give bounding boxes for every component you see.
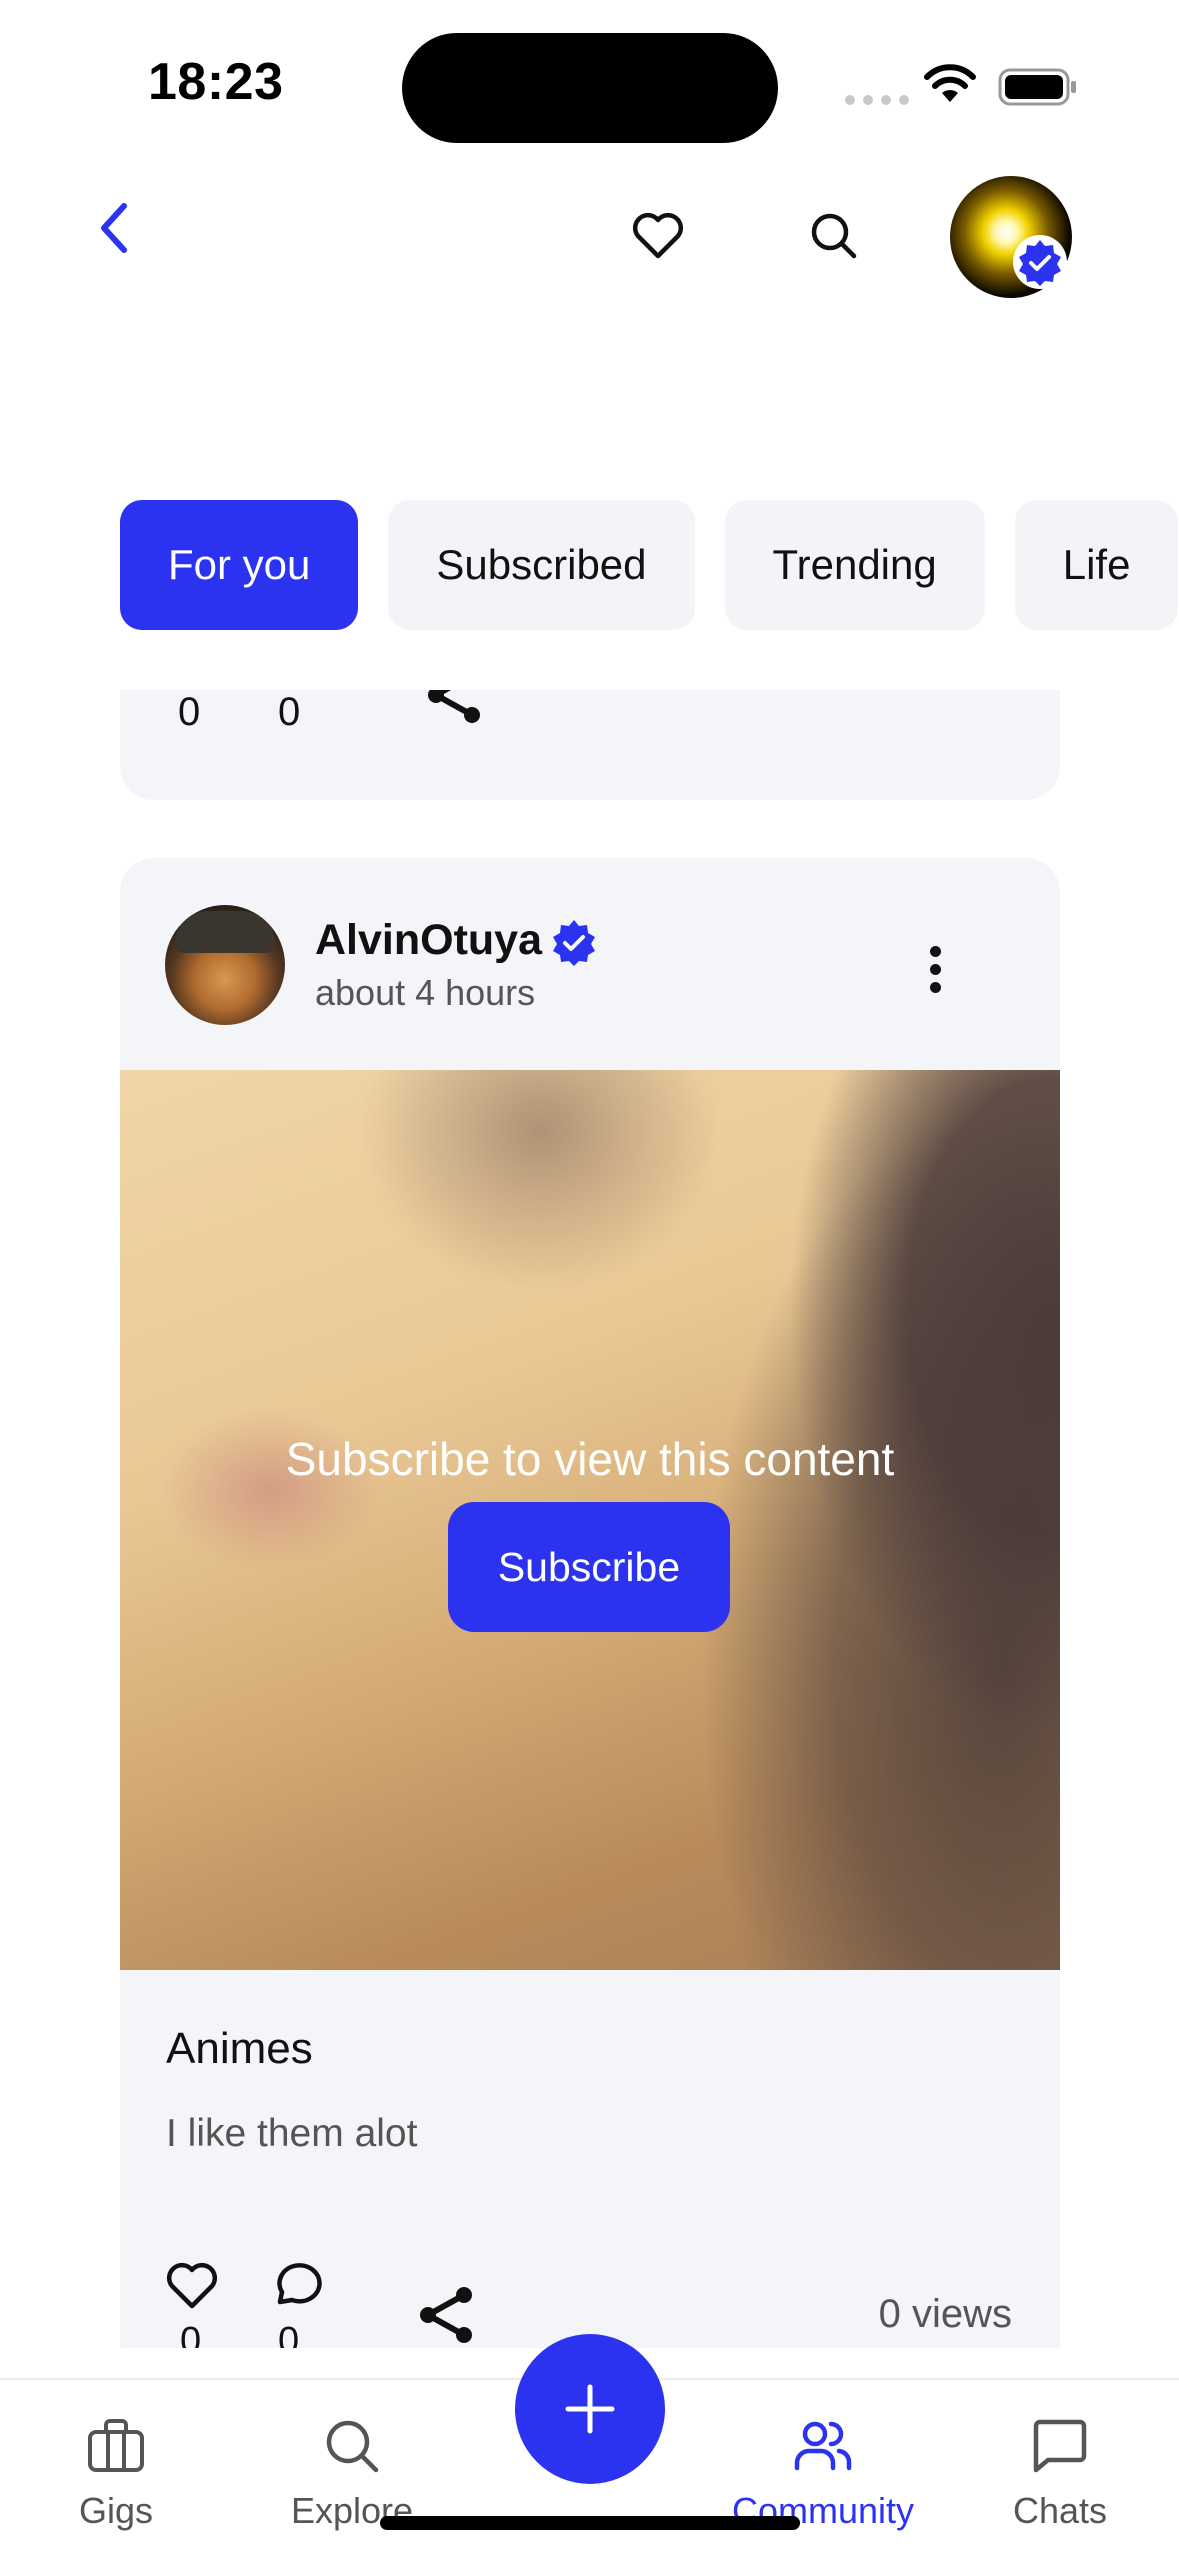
locked-media: Subscribe to view this content Subscribe xyxy=(120,1070,1060,1970)
create-post-button[interactable] xyxy=(515,2334,665,2484)
locked-message: Subscribe to view this content xyxy=(285,1433,895,1485)
comment-icon[interactable] xyxy=(266,2256,322,2312)
category-chips: For you Subscribed Trending Life xyxy=(120,500,1179,630)
like-icon[interactable] xyxy=(164,2258,220,2312)
home-indicator xyxy=(380,2516,800,2530)
share-icon[interactable] xyxy=(412,2280,482,2348)
author-avatar[interactable] xyxy=(165,905,285,1025)
more-options-icon[interactable] xyxy=(930,946,942,1000)
previous-comment-count: 0 xyxy=(278,690,301,734)
wifi-icon xyxy=(924,64,976,102)
nav-gigs[interactable]: Gigs xyxy=(16,2414,216,2532)
chip-subscribed[interactable]: Subscribed xyxy=(388,500,695,630)
status-time: 18:23 xyxy=(148,53,284,111)
cellular-signal-icon xyxy=(845,95,909,105)
plus-icon xyxy=(565,2384,615,2434)
chip-life[interactable]: Life xyxy=(1014,500,1179,630)
nav-chats[interactable]: Chats xyxy=(960,2414,1160,2532)
nav-community[interactable]: Community xyxy=(723,2414,923,2532)
view-count: 0 views xyxy=(878,2292,1012,2336)
nav-explore[interactable]: Explore xyxy=(252,2414,452,2532)
verified-badge-icon xyxy=(553,920,595,966)
subscribe-button[interactable]: Subscribe xyxy=(448,1502,730,1632)
back-chevron-icon[interactable] xyxy=(90,198,138,258)
like-count: 0 xyxy=(180,2320,202,2348)
briefcase-icon xyxy=(88,2419,144,2472)
nav-label-gigs: Gigs xyxy=(78,2490,154,2531)
verified-badge-icon xyxy=(1013,235,1067,289)
screen: 18:23 For you Subscribed Trending Life 0… xyxy=(0,0,1179,2556)
post-body: I like them alot xyxy=(166,2112,418,2155)
nav-label-chats: Chats xyxy=(1012,2490,1108,2531)
chip-for-you[interactable]: For you xyxy=(120,500,359,630)
users-icon xyxy=(794,2421,852,2471)
dynamic-island xyxy=(402,33,778,143)
heart-icon[interactable] xyxy=(630,208,686,264)
search-icon xyxy=(326,2420,379,2473)
comment-count: 0 xyxy=(278,2320,300,2348)
post-time: about 4 hours xyxy=(315,972,536,1013)
chip-trending[interactable]: Trending xyxy=(724,500,985,630)
share-icon[interactable] xyxy=(420,690,490,730)
battery-icon xyxy=(998,68,1076,106)
previous-post-card: 0 0 xyxy=(120,690,1060,800)
previous-like-count: 0 xyxy=(178,690,201,734)
post-card: AlvinOtuya about 4 hours Subscribe to vi… xyxy=(120,858,1060,2348)
post-title: Animes xyxy=(166,2024,313,2073)
chat-icon xyxy=(1033,2419,1087,2473)
author-name[interactable]: AlvinOtuya xyxy=(315,916,542,965)
search-icon[interactable] xyxy=(806,208,862,264)
